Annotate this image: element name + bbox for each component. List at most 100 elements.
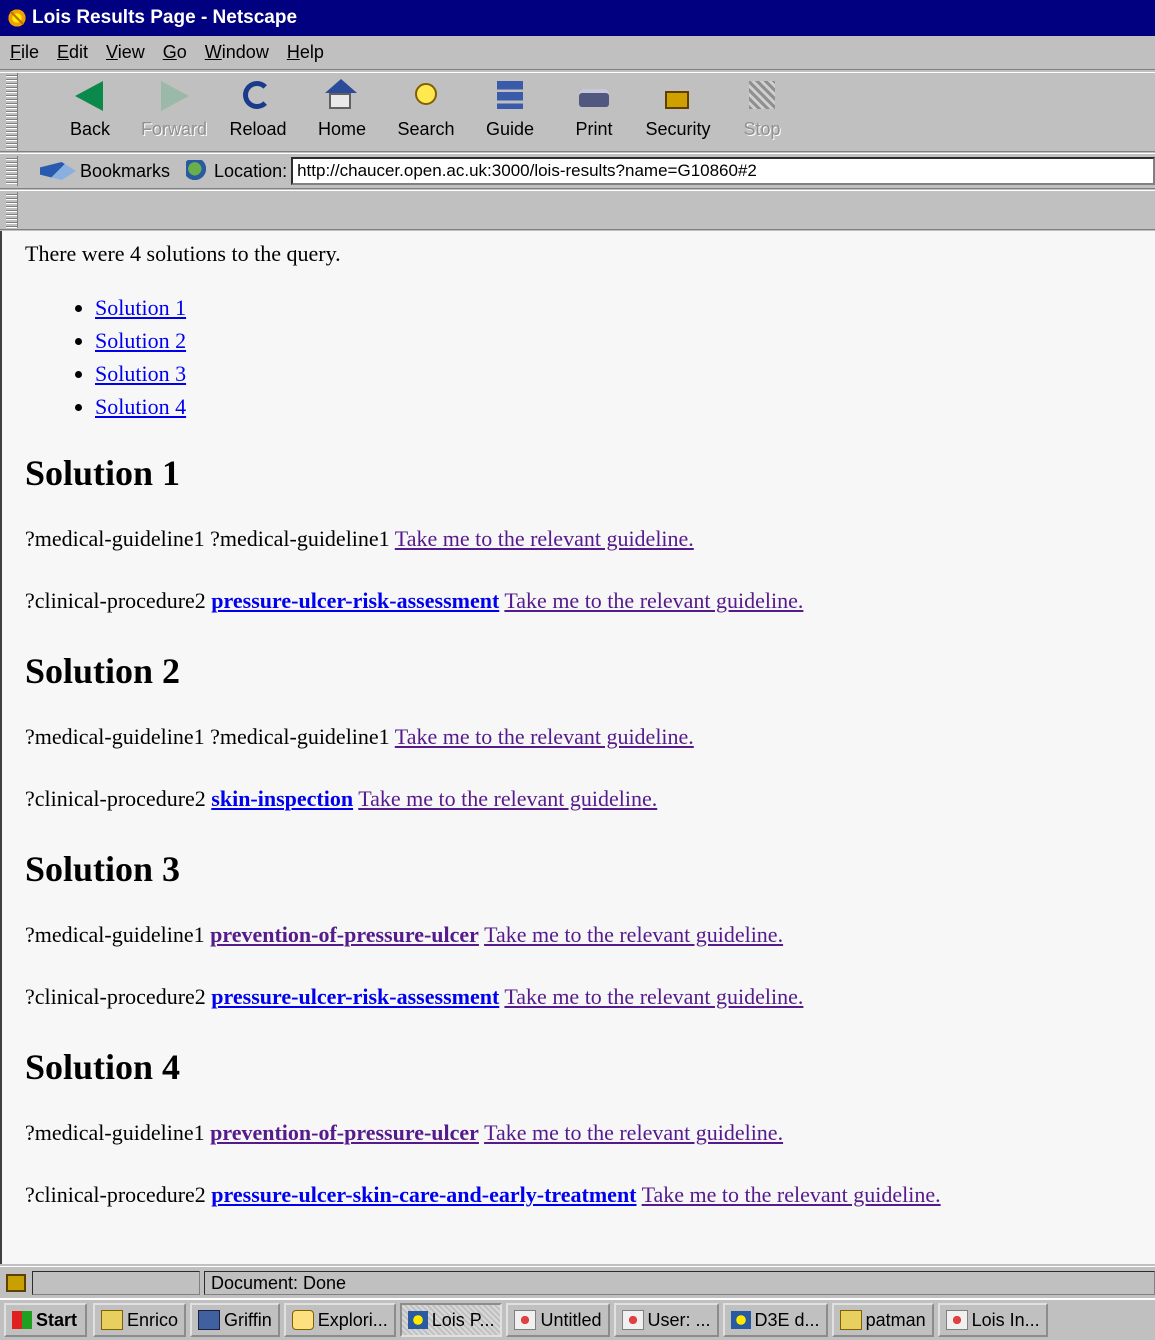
solution-heading: Solution 2 [25,651,181,691]
taskbar-label: Lois P... [431,1309,495,1330]
variable-name: ?clinical-procedure2 [25,984,206,1009]
security-lock-icon[interactable] [6,1273,26,1292]
taskbar-label: User: ... [647,1309,711,1330]
guide-icon [493,79,527,113]
folder-icon [839,1310,862,1330]
stop-icon [745,79,779,113]
document-icon [514,1310,537,1330]
guideline-link[interactable]: Take me to the relevant guideline. [395,526,694,551]
solution-link[interactable]: Solution 2 [95,328,186,353]
folder-icon [101,1310,124,1330]
menu-window[interactable]: Window [195,42,277,63]
reload-icon [241,79,275,113]
taskbar-label: Untitled [540,1309,602,1330]
menu-label: dit [69,42,89,62]
solution-link[interactable]: Solution 4 [95,394,186,419]
start-label: Start [36,1309,78,1330]
list-item: Solution 2 [95,324,1155,357]
guideline-link[interactable]: Take me to the relevant guideline. [395,724,694,749]
taskbar-button[interactable]: D3E d... [722,1303,828,1337]
value-link[interactable]: prevention-of-pressure-ulcer [210,922,479,947]
security-label: Security [645,119,711,139]
windows-logo-icon [12,1311,32,1329]
taskbar-label: Explori... [317,1309,388,1330]
guideline-link[interactable]: Take me to the relevant guideline. [358,786,657,811]
security-button[interactable]: Security [636,73,720,140]
back-button[interactable]: Back [48,73,132,140]
home-label: Home [317,119,366,139]
result-row: ?clinical-procedure2 pressure-ulcer-skin… [25,1175,1155,1215]
taskbar-label: patman [865,1309,926,1330]
location-icon[interactable] [186,160,209,182]
result-row: ?clinical-procedure2 pressure-ulcer-risk… [25,581,1155,621]
menu-view[interactable]: View [96,42,153,63]
guideline-link[interactable]: Take me to the relevant guideline. [642,1182,941,1207]
list-item: Solution 4 [95,390,1155,423]
value-link[interactable]: skin-inspection [211,786,353,811]
explore-icon [291,1310,314,1330]
forward-icon [157,79,191,113]
taskbar-button[interactable]: Lois In... [937,1303,1048,1337]
bookmarks-icon[interactable] [40,162,76,180]
location-input[interactable]: http://chaucer.open.ac.uk:3000/lois-resu… [291,157,1155,185]
menu-go[interactable]: Go [153,42,195,63]
forward-button[interactable]: Forward [132,73,216,140]
menu-accelerator: V [106,42,118,62]
location-toolbar: Bookmarks Location: http://chaucer.open.… [0,153,1155,189]
result-row: ?clinical-procedure2 pressure-ulcer-risk… [25,977,1155,1017]
personal-toolbar-grip[interactable] [6,192,18,228]
variable-value: ?medical-guideline1 [210,526,390,551]
guideline-link[interactable]: Take me to the relevant guideline. [484,922,783,947]
search-icon [409,79,443,113]
netscape-icon [6,7,28,29]
computer-icon [198,1310,221,1330]
guideline-link[interactable]: Take me to the relevant guideline. [484,1120,783,1145]
guide-button[interactable]: Guide [468,73,552,140]
start-button[interactable]: Start [4,1303,88,1337]
print-button[interactable]: Print [552,73,636,140]
value-link[interactable]: prevention-of-pressure-ulcer [210,1120,479,1145]
taskbar-button[interactable]: User: ... [613,1303,719,1337]
solution-heading: Solution 1 [25,453,181,493]
menu-file[interactable]: File [0,42,47,63]
taskbar-button[interactable]: patman [831,1303,934,1337]
guideline-link[interactable]: Take me to the relevant guideline. [504,984,803,1009]
menu-accelerator: G [162,42,177,62]
menu-help[interactable]: Help [277,42,332,63]
taskbar-label: Griffin [224,1309,272,1330]
reload-button[interactable]: Reload [216,73,300,140]
search-button[interactable]: Search [384,73,468,140]
netscape-icon [407,1311,428,1329]
solution-heading: Solution 4 [25,1047,181,1087]
solution-link[interactable]: Solution 3 [95,361,186,386]
variable-name: ?clinical-procedure2 [25,1182,206,1207]
guideline-link[interactable]: Take me to the relevant guideline. [504,588,803,613]
solution-link[interactable]: Solution 1 [95,295,186,320]
menu-edit[interactable]: Edit [47,42,96,63]
value-link[interactable]: pressure-ulcer-risk-assessment [211,984,499,1009]
bookmarks-button[interactable]: Bookmarks [80,161,170,182]
taskbar-button[interactable]: Lois P... [399,1303,503,1337]
taskbar-button[interactable]: Untitled [506,1303,610,1337]
location-grip[interactable] [6,156,18,186]
taskbar-button[interactable]: Explori... [283,1303,396,1337]
menu-accelerator: F [10,42,21,62]
back-icon [73,79,107,113]
taskbar-label: Enrico [127,1309,179,1330]
menu-label: iew [117,42,145,62]
menu-label: ile [21,42,40,62]
taskbar: Start Enrico Griffin Explori... Lois P... Un… [0,1298,1155,1340]
results-summary: There were 4 solutions to the query. [25,241,341,266]
taskbar-button[interactable]: Griffin [190,1303,280,1337]
netscape-icon [730,1311,751,1329]
value-link[interactable]: pressure-ulcer-risk-assessment [211,588,499,613]
result-row: ?medical-guideline1 prevention-of-pressu… [25,1113,1155,1153]
window-title: Lois Results Page - Netscape [32,7,298,28]
search-label: Search [397,119,455,139]
value-link[interactable]: pressure-ulcer-skin-care-and-early-treat… [211,1182,636,1207]
stop-button[interactable]: Stop [720,73,804,140]
home-button[interactable]: Home [300,73,384,140]
taskbar-button[interactable]: Enrico [93,1303,187,1337]
status-text: Document: Done [204,1270,1155,1295]
toolbar-grip[interactable] [6,73,18,151]
